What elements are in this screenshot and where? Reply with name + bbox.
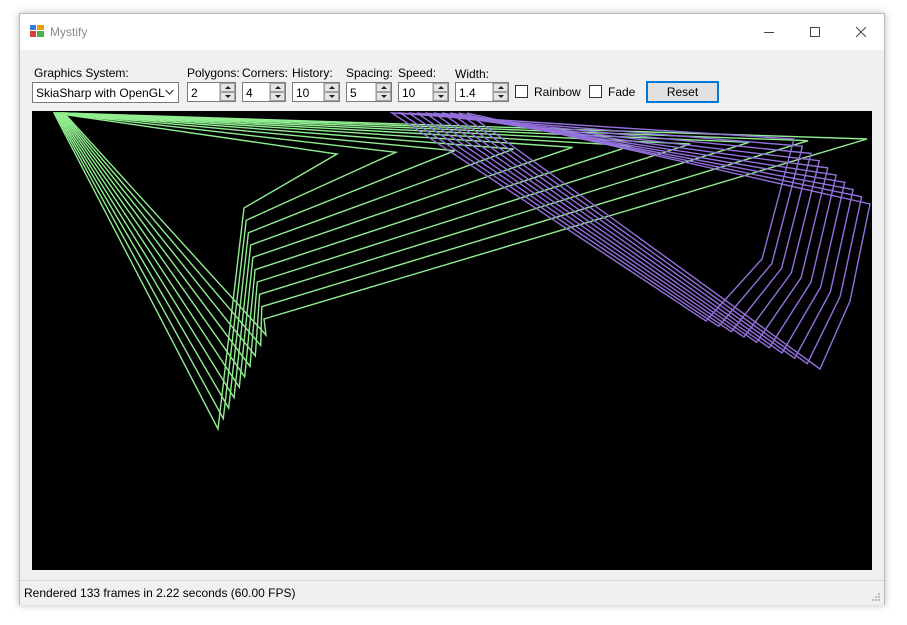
arrow-down-icon	[274, 95, 281, 98]
mystify-polygon-1-trail	[54, 112, 456, 411]
window-title: Mystify	[50, 25, 88, 39]
width-stepper[interactable]: 1.4	[455, 82, 509, 102]
history-stepper[interactable]: 10	[292, 82, 340, 102]
corners-label: Corners:	[242, 66, 289, 80]
maximize-button[interactable]	[792, 14, 838, 50]
graphics-system-label: Graphics System:	[34, 66, 129, 80]
rainbow-label[interactable]: Rainbow	[534, 85, 581, 99]
width-down-button[interactable]	[493, 92, 508, 101]
corners-stepper[interactable]: 4	[242, 82, 286, 102]
polygons-value: 2	[191, 86, 198, 100]
polygons-label: Polygons:	[187, 66, 240, 80]
arrow-down-icon	[328, 95, 335, 98]
arrow-down-icon	[224, 95, 231, 98]
spacing-value: 5	[350, 86, 357, 100]
speed-value: 10	[402, 86, 416, 100]
resize-grip-icon[interactable]	[871, 592, 881, 602]
spacing-label: Spacing:	[346, 66, 393, 80]
status-text: Rendered 133 frames in 2.22 seconds (60.…	[24, 586, 296, 600]
arrow-up-icon	[274, 86, 281, 89]
history-down-button[interactable]	[324, 92, 339, 101]
arrow-down-icon	[437, 95, 444, 98]
history-up-button[interactable]	[324, 83, 339, 92]
corners-up-button[interactable]	[270, 83, 285, 92]
speed-label: Speed:	[398, 66, 437, 80]
corners-value: 4	[246, 86, 253, 100]
arrow-up-icon	[437, 86, 444, 89]
chevron-down-icon	[165, 89, 174, 95]
close-button[interactable]	[838, 14, 884, 50]
app-icon	[30, 25, 44, 37]
spacing-stepper[interactable]: 5	[346, 82, 392, 102]
fade-label[interactable]: Fade	[608, 85, 635, 99]
graphics-system-dropdown[interactable]: SkiaSharp with OpenGL	[32, 82, 179, 103]
minimize-icon	[764, 32, 774, 33]
arrow-down-icon	[497, 95, 504, 98]
reset-button[interactable]: Reset	[646, 81, 719, 103]
history-value: 10	[296, 86, 310, 100]
spacing-down-button[interactable]	[376, 92, 391, 101]
render-canvas[interactable]	[32, 111, 872, 570]
fade-checkbox[interactable]	[589, 85, 602, 98]
speed-stepper[interactable]: 10	[398, 82, 449, 102]
polygons-up-button[interactable]	[220, 83, 235, 92]
minimize-button[interactable]	[746, 14, 792, 50]
close-icon	[856, 27, 866, 37]
arrow-up-icon	[224, 86, 231, 89]
history-label: History:	[292, 66, 333, 80]
graphics-system-value: SkiaSharp with OpenGL	[36, 86, 165, 100]
rainbow-checkbox[interactable]	[515, 85, 528, 98]
maximize-icon	[810, 27, 820, 37]
speed-up-button[interactable]	[433, 83, 448, 92]
speed-down-button[interactable]	[433, 92, 448, 101]
arrow-down-icon	[380, 95, 387, 98]
arrow-up-icon	[380, 86, 387, 89]
width-value: 1.4	[459, 86, 476, 100]
corners-down-button[interactable]	[270, 92, 285, 101]
mystify-polygon-1-trail	[55, 112, 514, 400]
polygons-stepper[interactable]: 2	[187, 82, 236, 102]
polygons-down-button[interactable]	[220, 92, 235, 101]
spacing-up-button[interactable]	[376, 83, 391, 92]
width-up-button[interactable]	[493, 83, 508, 92]
mystify-drawing	[52, 112, 871, 432]
arrow-up-icon	[328, 86, 335, 89]
width-label: Width:	[455, 67, 490, 81]
arrow-up-icon	[497, 86, 504, 89]
title-bar[interactable]: Mystify	[20, 14, 884, 50]
main-window: Mystify Graphics System: Polygons: Corne…	[19, 13, 885, 605]
status-bar: Rendered 133 frames in 2.22 seconds (60.…	[20, 580, 884, 605]
